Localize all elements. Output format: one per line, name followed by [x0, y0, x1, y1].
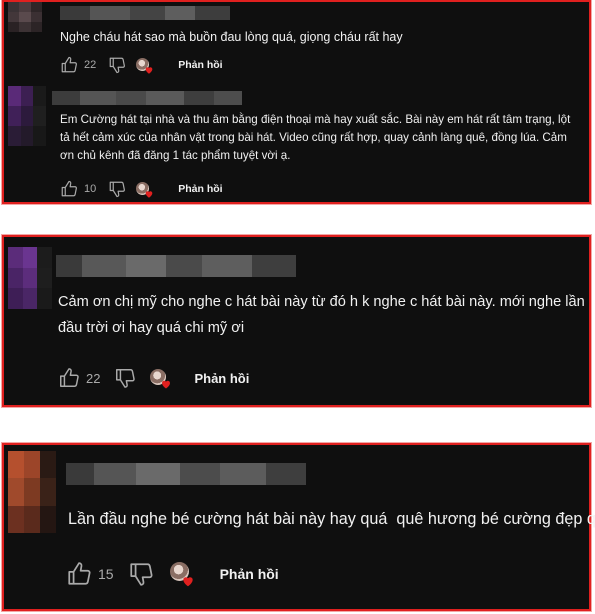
creator-heart-icon	[162, 380, 171, 389]
creator-heart	[150, 367, 174, 389]
thumb-up-icon	[61, 180, 77, 197]
reply-button[interactable]: Phản hồi	[178, 59, 222, 71]
like-button[interactable]	[58, 367, 80, 389]
dislike-button[interactable]	[108, 180, 126, 198]
author-name-blurred[interactable]	[66, 463, 306, 485]
avatar[interactable]	[8, 247, 52, 309]
comment-card-3: Lần đầu nghe bé cường hát bài này hay qu…	[2, 443, 595, 611]
dislike-button[interactable]	[114, 367, 136, 389]
creator-heart	[136, 56, 156, 74]
like-count: 15	[98, 566, 114, 582]
dislike-button[interactable]	[108, 56, 126, 74]
like-count: 22	[84, 59, 97, 71]
comment-text: Cảm ơn chị mỹ cho nghe c hát bài này từ …	[58, 294, 585, 336]
author-name-blurred[interactable]	[60, 6, 230, 20]
creator-heart-icon	[145, 191, 153, 198]
like-count: 10	[84, 183, 97, 195]
creator-heart-icon	[182, 577, 193, 587]
author-name-blurred[interactable]	[52, 91, 242, 105]
avatar[interactable]	[8, 451, 56, 533]
comment-actions: 15 Phản hồi	[66, 559, 279, 589]
thumb-up-icon	[68, 562, 91, 585]
thumb-down-icon	[129, 563, 153, 586]
thumb-down-icon	[109, 181, 126, 198]
like-button[interactable]	[60, 180, 78, 198]
comment-card-1: Nghe cháu hát sao mà buồn đau lòng quá, …	[2, 0, 591, 204]
reply-button[interactable]: Phản hồi	[178, 183, 222, 195]
creator-heart	[169, 560, 198, 588]
thumb-up-icon	[60, 368, 79, 387]
comment-actions: 22 Phản hồi	[58, 365, 249, 391]
thumb-down-icon	[109, 57, 126, 74]
comment-card-2: Cảm ơn chị mỹ cho nghe c hát bài này từ …	[2, 235, 591, 407]
reply-button[interactable]: Phản hồi	[220, 566, 279, 582]
comment-text: Nghe cháu hát sao mà buồn đau lòng quá, …	[60, 30, 403, 44]
comment-actions: 10 Phản hồi	[60, 179, 223, 199]
reply-button[interactable]: Phản hồi	[194, 371, 249, 386]
thumb-down-icon	[116, 369, 136, 388]
like-button[interactable]	[60, 56, 78, 74]
thumb-up-icon	[61, 56, 77, 73]
comment-actions: 22 Phản hồi	[60, 55, 223, 75]
avatar[interactable]	[8, 86, 46, 146]
comment-text: Em Cường hát tại nhà và thu âm bằng điện…	[60, 113, 571, 162]
like-button[interactable]	[66, 561, 92, 587]
author-name-blurred[interactable]	[56, 255, 296, 277]
avatar[interactable]	[8, 2, 42, 32]
like-count: 22	[86, 370, 101, 386]
creator-heart-icon	[145, 67, 153, 74]
comment-text: Lần đầu nghe bé cường hát bài này hay qu…	[68, 510, 595, 528]
dislike-button[interactable]	[128, 561, 154, 587]
creator-heart	[136, 180, 156, 198]
